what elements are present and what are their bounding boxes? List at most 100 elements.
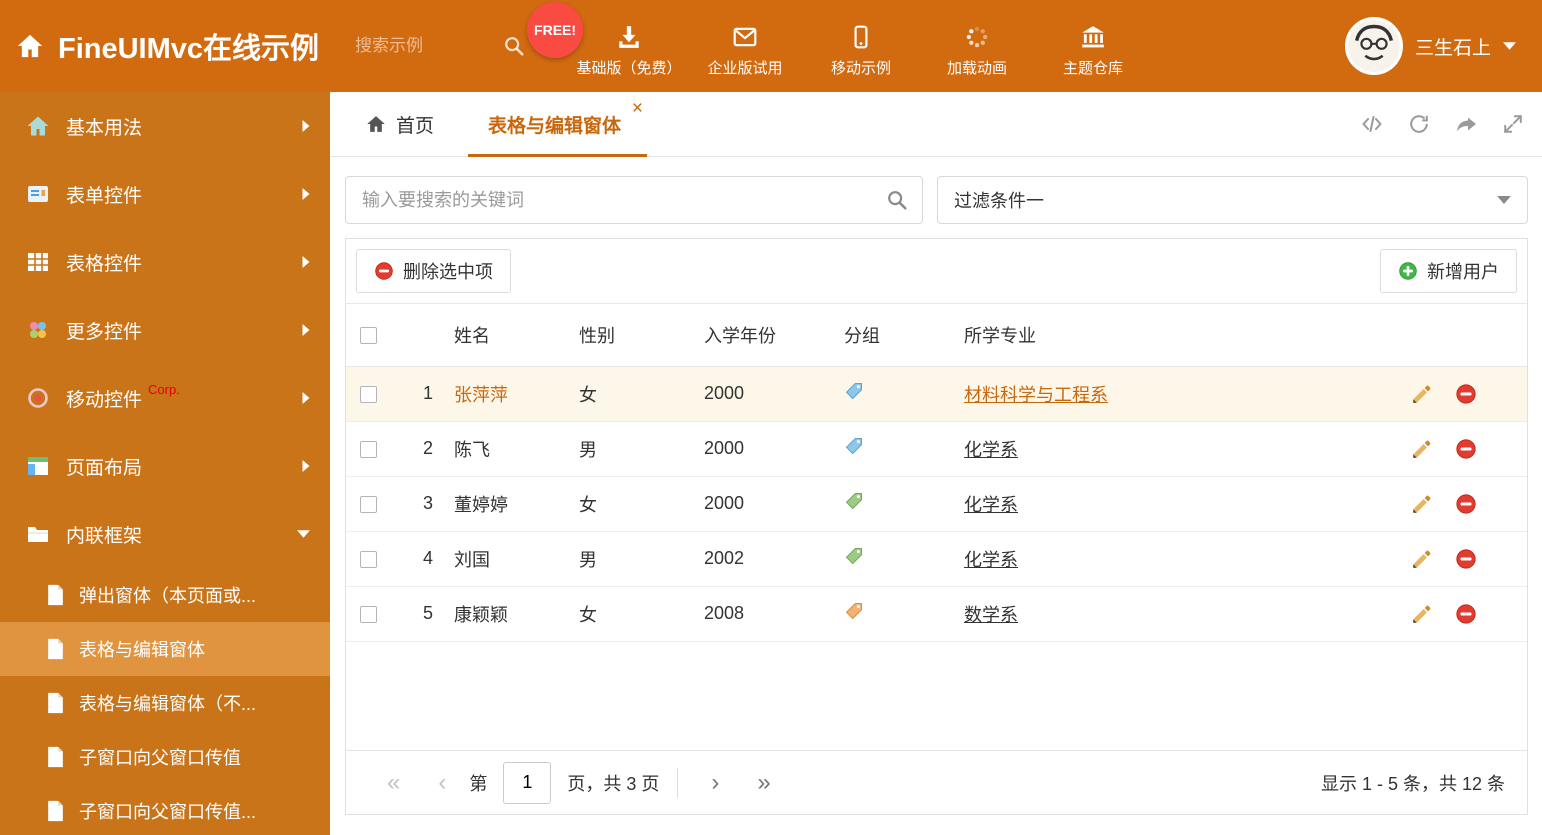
cell-name: 陈飞 <box>454 421 579 477</box>
next-page-button[interactable]: › <box>692 769 738 797</box>
topnav-item-enterprise-trial[interactable]: 企业版试用 <box>687 0 803 92</box>
tab-bar: 首页 表格与编辑窗体 × <box>330 92 1542 157</box>
cell-enrollment-year: 2000 <box>704 366 844 422</box>
topnav-item-theme-store[interactable]: 主题仓库 <box>1035 0 1151 92</box>
top-search <box>353 35 525 57</box>
app: FineUIMvc在线示例 FREE! 基础版（免费） 企业版试用 移动示例 加载动画 主… <box>0 0 1542 835</box>
sidebar-subitem-label: 表格与编辑窗体 <box>79 640 205 660</box>
sidebar-item-grid-controls[interactable]: 表格控件 <box>0 228 330 296</box>
topnav-item-mobile-demo[interactable]: 移动示例 <box>803 0 919 92</box>
tab-label: 首页 <box>396 115 435 137</box>
main-content: 首页 表格与编辑窗体 × 过滤条件 <box>330 92 1542 835</box>
delete-selected-button[interactable]: 删除选中项 <box>356 249 511 293</box>
download-icon <box>616 24 642 50</box>
brand[interactable]: FineUIMvc在线示例 <box>0 25 327 67</box>
file-icon <box>46 692 65 714</box>
delete-icon[interactable] <box>1455 603 1477 625</box>
close-icon[interactable]: × <box>632 99 643 118</box>
column-header: 所学专业 <box>964 304 1411 367</box>
sidebar-item-form-controls[interactable]: 表单控件 <box>0 160 330 228</box>
sidebar-item-label: 更多控件 <box>66 321 143 343</box>
row-checkbox[interactable] <box>360 605 377 623</box>
pagination-bar: « ‹ 第 页，共 3 页 › » 显示 1 - 5 条，共 12 条 <box>346 750 1527 814</box>
tab-home[interactable]: 首页 <box>346 92 454 156</box>
sidebar-item-basic-usage[interactable]: 基本用法 <box>0 92 330 160</box>
sidebar-item-mobile-controls[interactable]: 移动控件 Corp. <box>0 364 330 432</box>
topnav-item-loading-animation[interactable]: 加载动画 <box>919 0 1035 92</box>
table-row[interactable]: 1 张萍萍女 2000 材料科学与工程系 <box>346 366 1527 422</box>
filter-dropdown[interactable]: 过滤条件一 <box>937 176 1528 224</box>
last-page-button[interactable]: » <box>738 769 789 797</box>
edit-icon[interactable] <box>1411 493 1433 515</box>
top-search-input[interactable] <box>353 35 504 57</box>
tab-label: 表格与编辑窗体 <box>488 115 622 137</box>
tag-icon <box>844 546 864 566</box>
users-table: 姓名 性别 入学年份 分组 所学专业 1 张萍萍女 2000 材料科学与工程系 2 陈飞男 2000… <box>346 304 1527 642</box>
folder-icon <box>26 522 50 546</box>
table-row[interactable]: 4 刘国男 2002 化学系 <box>346 531 1527 587</box>
major-link[interactable]: 数学系 <box>964 605 1018 625</box>
delete-button-label: 删除选中项 <box>403 262 493 282</box>
delete-icon[interactable] <box>1455 548 1477 570</box>
file-icon <box>46 638 65 660</box>
share-icon[interactable] <box>1454 112 1478 136</box>
major-link[interactable]: 化学系 <box>964 550 1018 570</box>
sidebar-item-more-controls[interactable]: 更多控件 <box>0 296 330 364</box>
chevron-right-icon <box>302 256 310 268</box>
source-code-icon[interactable] <box>1360 112 1384 136</box>
sidebar-subitem-child-to-parent[interactable]: 子窗口向父窗口传值 <box>0 730 330 784</box>
cell-enrollment-year: 2002 <box>704 531 844 587</box>
delete-icon[interactable] <box>1455 493 1477 515</box>
refresh-icon[interactable] <box>1408 113 1430 135</box>
caret-down-icon <box>1503 42 1516 50</box>
cell-name: 张萍萍 <box>454 366 579 422</box>
sidebar-subitem-grid-edit-window[interactable]: 表格与编辑窗体 <box>0 622 330 676</box>
tag-icon <box>844 381 864 401</box>
edit-icon[interactable] <box>1411 438 1433 460</box>
major-link[interactable]: 化学系 <box>964 440 1018 460</box>
table-row[interactable]: 2 陈飞男 2000 化学系 <box>346 421 1527 477</box>
user-menu[interactable]: 三生石上 <box>1344 17 1542 75</box>
delete-icon[interactable] <box>1455 438 1477 460</box>
tag-icon <box>844 436 864 456</box>
keyword-search-input[interactable] <box>346 189 886 211</box>
cell-row-index: 4 <box>402 531 454 587</box>
page-number-input[interactable] <box>503 761 552 804</box>
table-row[interactable]: 5 康颖颖女 2008 数学系 <box>346 586 1527 642</box>
edit-icon[interactable] <box>1411 548 1433 570</box>
search-icon[interactable] <box>503 35 525 57</box>
chevron-right-icon <box>302 324 310 336</box>
sidebar-item-label: 内联框架 <box>66 525 143 547</box>
sidebar-item-inline-frame[interactable]: 内联框架 <box>0 500 330 568</box>
prev-page-button[interactable]: ‹ <box>419 769 465 797</box>
first-page-button[interactable]: « <box>368 769 419 797</box>
delete-icon[interactable] <box>1455 383 1477 405</box>
sidebar-subitem-grid-edit-window-no[interactable]: 表格与编辑窗体（不... <box>0 676 330 730</box>
shell: 基本用法 表单控件 表格控件更多控件移动控件 Corp. 页面布局内联框架弹出窗体（本页… <box>0 92 1542 835</box>
row-checkbox[interactable] <box>360 495 377 513</box>
chevron-right-icon <box>302 188 310 200</box>
grid-icon <box>26 250 50 274</box>
topnav-item-basic-free[interactable]: FREE! 基础版（免费） <box>527 0 687 92</box>
sidebar-subitem-child-to-parent-2[interactable]: 子窗口向父窗口传值... <box>0 784 330 835</box>
major-link[interactable]: 材料科学与工程系 <box>964 385 1108 405</box>
dots-icon <box>26 318 50 342</box>
column-header-actions <box>1411 304 1527 367</box>
table-row[interactable]: 3 董婷婷女 2000 化学系 <box>346 476 1527 532</box>
add-user-button[interactable]: 新增用户 <box>1380 249 1517 293</box>
home-icon <box>16 32 44 60</box>
sidebar-item-page-layout[interactable]: 页面布局 <box>0 432 330 500</box>
search-icon[interactable] <box>886 189 908 211</box>
row-checkbox[interactable] <box>360 550 377 568</box>
select-all-checkbox[interactable] <box>360 327 377 344</box>
edit-icon[interactable] <box>1411 383 1433 405</box>
sidebar-subitem-popup-window[interactable]: 弹出窗体（本页面或... <box>0 568 330 622</box>
fullscreen-icon[interactable] <box>1502 113 1524 135</box>
tag-icon <box>844 601 864 621</box>
home-colored-icon <box>26 114 50 138</box>
major-link[interactable]: 化学系 <box>964 495 1018 515</box>
tab-grid-edit-window[interactable]: 表格与编辑窗体 × <box>468 92 648 157</box>
edit-icon[interactable] <box>1411 603 1433 625</box>
row-checkbox[interactable] <box>360 385 377 403</box>
row-checkbox[interactable] <box>360 440 377 458</box>
